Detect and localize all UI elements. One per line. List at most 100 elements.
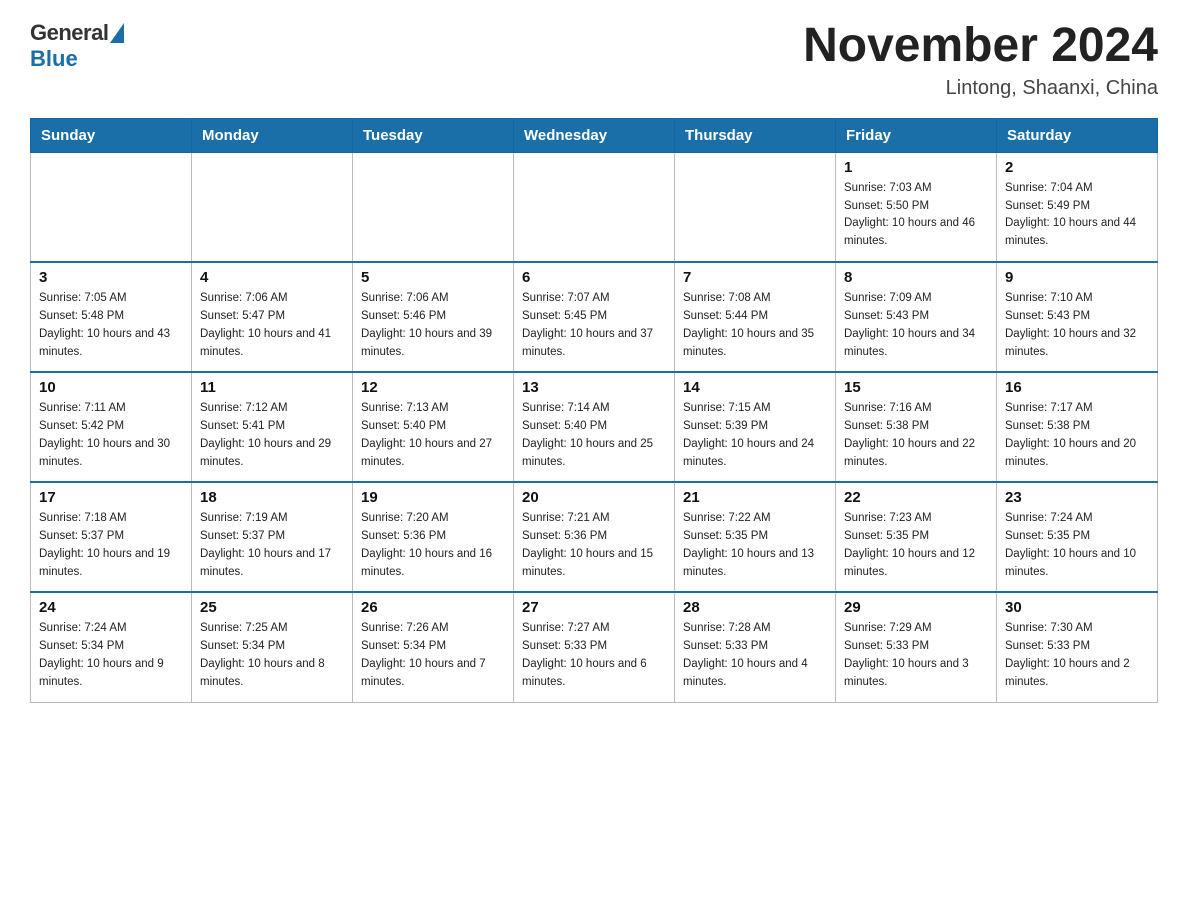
day-sun-info: Sunrise: 7:19 AMSunset: 5:37 PMDaylight:… bbox=[200, 510, 344, 581]
day-number: 7 bbox=[683, 269, 827, 286]
day-sun-info: Sunrise: 7:08 AMSunset: 5:44 PMDaylight:… bbox=[683, 290, 827, 361]
day-sun-info: Sunrise: 7:16 AMSunset: 5:38 PMDaylight:… bbox=[844, 400, 988, 471]
day-sun-info: Sunrise: 7:06 AMSunset: 5:46 PMDaylight:… bbox=[361, 290, 505, 361]
day-sun-info: Sunrise: 7:28 AMSunset: 5:33 PMDaylight:… bbox=[683, 620, 827, 691]
day-number: 28 bbox=[683, 599, 827, 616]
calendar-cell: 3 Sunrise: 7:05 AMSunset: 5:48 PMDaylight… bbox=[31, 262, 192, 372]
day-sun-info: Sunrise: 7:04 AMSunset: 5:49 PMDaylight:… bbox=[1005, 180, 1149, 251]
calendar-cell: 12 Sunrise: 7:13 AMSunset: 5:40 PMDayligh… bbox=[353, 372, 514, 482]
calendar-cell: 8Sunrise: 7:09 AMSunset: 5:43 PMDaylight… bbox=[836, 262, 997, 372]
day-number: 21 bbox=[683, 489, 827, 506]
column-header-saturday: Saturday bbox=[997, 118, 1158, 152]
day-sun-info: Sunrise: 7:06 AMSunset: 5:47 PMDaylight:… bbox=[200, 290, 344, 361]
day-number: 16 bbox=[1005, 379, 1149, 396]
day-number: 3 bbox=[39, 269, 183, 286]
calendar-cell bbox=[353, 152, 514, 262]
day-number: 29 bbox=[844, 599, 988, 616]
day-number: 20 bbox=[522, 489, 666, 506]
day-sun-info: Sunrise: 7:15 AMSunset: 5:39 PMDaylight:… bbox=[683, 400, 827, 471]
day-number: 10 bbox=[39, 379, 183, 396]
day-number: 17 bbox=[39, 489, 183, 506]
day-sun-info: Sunrise: 7:24 AMSunset: 5:34 PMDaylight:… bbox=[39, 620, 183, 691]
day-number: 5 bbox=[361, 269, 505, 286]
day-number: 18 bbox=[200, 489, 344, 506]
calendar-cell: 15Sunrise: 7:16 AMSunset: 5:38 PMDayligh… bbox=[836, 372, 997, 482]
calendar-cell: 25Sunrise: 7:25 AMSunset: 5:34 PMDayligh… bbox=[192, 592, 353, 702]
calendar-cell: 1 Sunrise: 7:03 AMSunset: 5:50 PMDaylight… bbox=[836, 152, 997, 262]
day-sun-info: Sunrise: 7:18 AMSunset: 5:37 PMDaylight:… bbox=[39, 510, 183, 581]
day-number: 12 bbox=[361, 379, 505, 396]
day-sun-info: Sunrise: 7:09 AMSunset: 5:43 PMDaylight:… bbox=[844, 290, 988, 361]
calendar-cell bbox=[31, 152, 192, 262]
day-number: 22 bbox=[844, 489, 988, 506]
calendar-cell: 30Sunrise: 7:30 AMSunset: 5:33 PMDayligh… bbox=[997, 592, 1158, 702]
calendar-table: SundayMondayTuesdayWednesdayThursdayFrid… bbox=[30, 118, 1158, 703]
day-number: 23 bbox=[1005, 489, 1149, 506]
column-header-tuesday: Tuesday bbox=[353, 118, 514, 152]
calendar-cell: 13 Sunrise: 7:14 AMSunset: 5:40 PMDayligh… bbox=[514, 372, 675, 482]
calendar-cell: 4 Sunrise: 7:06 AMSunset: 5:47 PMDaylight… bbox=[192, 262, 353, 372]
day-sun-info: Sunrise: 7:11 AMSunset: 5:42 PMDaylight:… bbox=[39, 400, 183, 471]
calendar-cell: 11 Sunrise: 7:12 AMSunset: 5:41 PMDayligh… bbox=[192, 372, 353, 482]
day-sun-info: Sunrise: 7:05 AMSunset: 5:48 PMDaylight:… bbox=[39, 290, 183, 361]
calendar-week-row: 17 Sunrise: 7:18 AMSunset: 5:37 PMDayligh… bbox=[31, 482, 1158, 592]
logo-general-text: General bbox=[30, 20, 108, 46]
day-sun-info: Sunrise: 7:13 AMSunset: 5:40 PMDaylight:… bbox=[361, 400, 505, 471]
column-header-friday: Friday bbox=[836, 118, 997, 152]
day-sun-info: Sunrise: 7:07 AMSunset: 5:45 PMDaylight:… bbox=[522, 290, 666, 361]
day-number: 9 bbox=[1005, 269, 1149, 286]
logo-triangle-icon bbox=[110, 23, 124, 43]
calendar-week-row: 1 Sunrise: 7:03 AMSunset: 5:50 PMDaylight… bbox=[31, 152, 1158, 262]
calendar-cell bbox=[192, 152, 353, 262]
calendar-cell: 17 Sunrise: 7:18 AMSunset: 5:37 PMDayligh… bbox=[31, 482, 192, 592]
calendar-cell: 24 Sunrise: 7:24 AMSunset: 5:34 PMDayligh… bbox=[31, 592, 192, 702]
day-number: 25 bbox=[200, 599, 344, 616]
calendar-week-row: 10 Sunrise: 7:11 AMSunset: 5:42 PMDayligh… bbox=[31, 372, 1158, 482]
calendar-cell: 22 Sunrise: 7:23 AMSunset: 5:35 PMDayligh… bbox=[836, 482, 997, 592]
calendar-week-row: 24 Sunrise: 7:24 AMSunset: 5:34 PMDayligh… bbox=[31, 592, 1158, 702]
day-number: 13 bbox=[522, 379, 666, 396]
calendar-cell: 2Sunrise: 7:04 AMSunset: 5:49 PMDaylight… bbox=[997, 152, 1158, 262]
calendar-cell: 6 Sunrise: 7:07 AMSunset: 5:45 PMDaylight… bbox=[514, 262, 675, 372]
calendar-cell: 19 Sunrise: 7:20 AMSunset: 5:36 PMDayligh… bbox=[353, 482, 514, 592]
calendar-cell: 16Sunrise: 7:17 AMSunset: 5:38 PMDayligh… bbox=[997, 372, 1158, 482]
page-header: General Blue November 2024 Lintong, Shaa… bbox=[30, 20, 1158, 100]
calendar-week-row: 3 Sunrise: 7:05 AMSunset: 5:48 PMDaylight… bbox=[31, 262, 1158, 372]
column-header-sunday: Sunday bbox=[31, 118, 192, 152]
calendar-cell: 29 Sunrise: 7:29 AMSunset: 5:33 PMDayligh… bbox=[836, 592, 997, 702]
day-number: 6 bbox=[522, 269, 666, 286]
day-number: 26 bbox=[361, 599, 505, 616]
calendar-cell: 21 Sunrise: 7:22 AMSunset: 5:35 PMDayligh… bbox=[675, 482, 836, 592]
calendar-cell bbox=[514, 152, 675, 262]
calendar-header-row: SundayMondayTuesdayWednesdayThursdayFrid… bbox=[31, 118, 1158, 152]
day-sun-info: Sunrise: 7:12 AMSunset: 5:41 PMDaylight:… bbox=[200, 400, 344, 471]
calendar-cell: 28 Sunrise: 7:28 AMSunset: 5:33 PMDayligh… bbox=[675, 592, 836, 702]
title-block: November 2024 Lintong, Shaanxi, China bbox=[803, 20, 1158, 100]
day-number: 1 bbox=[844, 159, 988, 176]
calendar-cell bbox=[675, 152, 836, 262]
calendar-cell: 14Sunrise: 7:15 AMSunset: 5:39 PMDayligh… bbox=[675, 372, 836, 482]
logo-blue-text: Blue bbox=[30, 46, 78, 71]
day-sun-info: Sunrise: 7:23 AMSunset: 5:35 PMDaylight:… bbox=[844, 510, 988, 581]
day-sun-info: Sunrise: 7:26 AMSunset: 5:34 PMDaylight:… bbox=[361, 620, 505, 691]
day-sun-info: Sunrise: 7:22 AMSunset: 5:35 PMDaylight:… bbox=[683, 510, 827, 581]
day-sun-info: Sunrise: 7:29 AMSunset: 5:33 PMDaylight:… bbox=[844, 620, 988, 691]
month-title: November 2024 bbox=[803, 20, 1158, 73]
day-sun-info: Sunrise: 7:14 AMSunset: 5:40 PMDaylight:… bbox=[522, 400, 666, 471]
day-sun-info: Sunrise: 7:03 AMSunset: 5:50 PMDaylight:… bbox=[844, 180, 988, 251]
day-sun-info: Sunrise: 7:20 AMSunset: 5:36 PMDaylight:… bbox=[361, 510, 505, 581]
calendar-cell: 23 Sunrise: 7:24 AMSunset: 5:35 PMDayligh… bbox=[997, 482, 1158, 592]
day-sun-info: Sunrise: 7:24 AMSunset: 5:35 PMDaylight:… bbox=[1005, 510, 1149, 581]
day-sun-info: Sunrise: 7:30 AMSunset: 5:33 PMDaylight:… bbox=[1005, 620, 1149, 691]
day-number: 24 bbox=[39, 599, 183, 616]
day-number: 11 bbox=[200, 379, 344, 396]
column-header-wednesday: Wednesday bbox=[514, 118, 675, 152]
day-sun-info: Sunrise: 7:10 AMSunset: 5:43 PMDaylight:… bbox=[1005, 290, 1149, 361]
day-number: 4 bbox=[200, 269, 344, 286]
column-header-thursday: Thursday bbox=[675, 118, 836, 152]
calendar-cell: 10 Sunrise: 7:11 AMSunset: 5:42 PMDayligh… bbox=[31, 372, 192, 482]
calendar-cell: 18 Sunrise: 7:19 AMSunset: 5:37 PMDayligh… bbox=[192, 482, 353, 592]
day-sun-info: Sunrise: 7:21 AMSunset: 5:36 PMDaylight:… bbox=[522, 510, 666, 581]
day-number: 19 bbox=[361, 489, 505, 506]
calendar-cell: 26 Sunrise: 7:26 AMSunset: 5:34 PMDayligh… bbox=[353, 592, 514, 702]
